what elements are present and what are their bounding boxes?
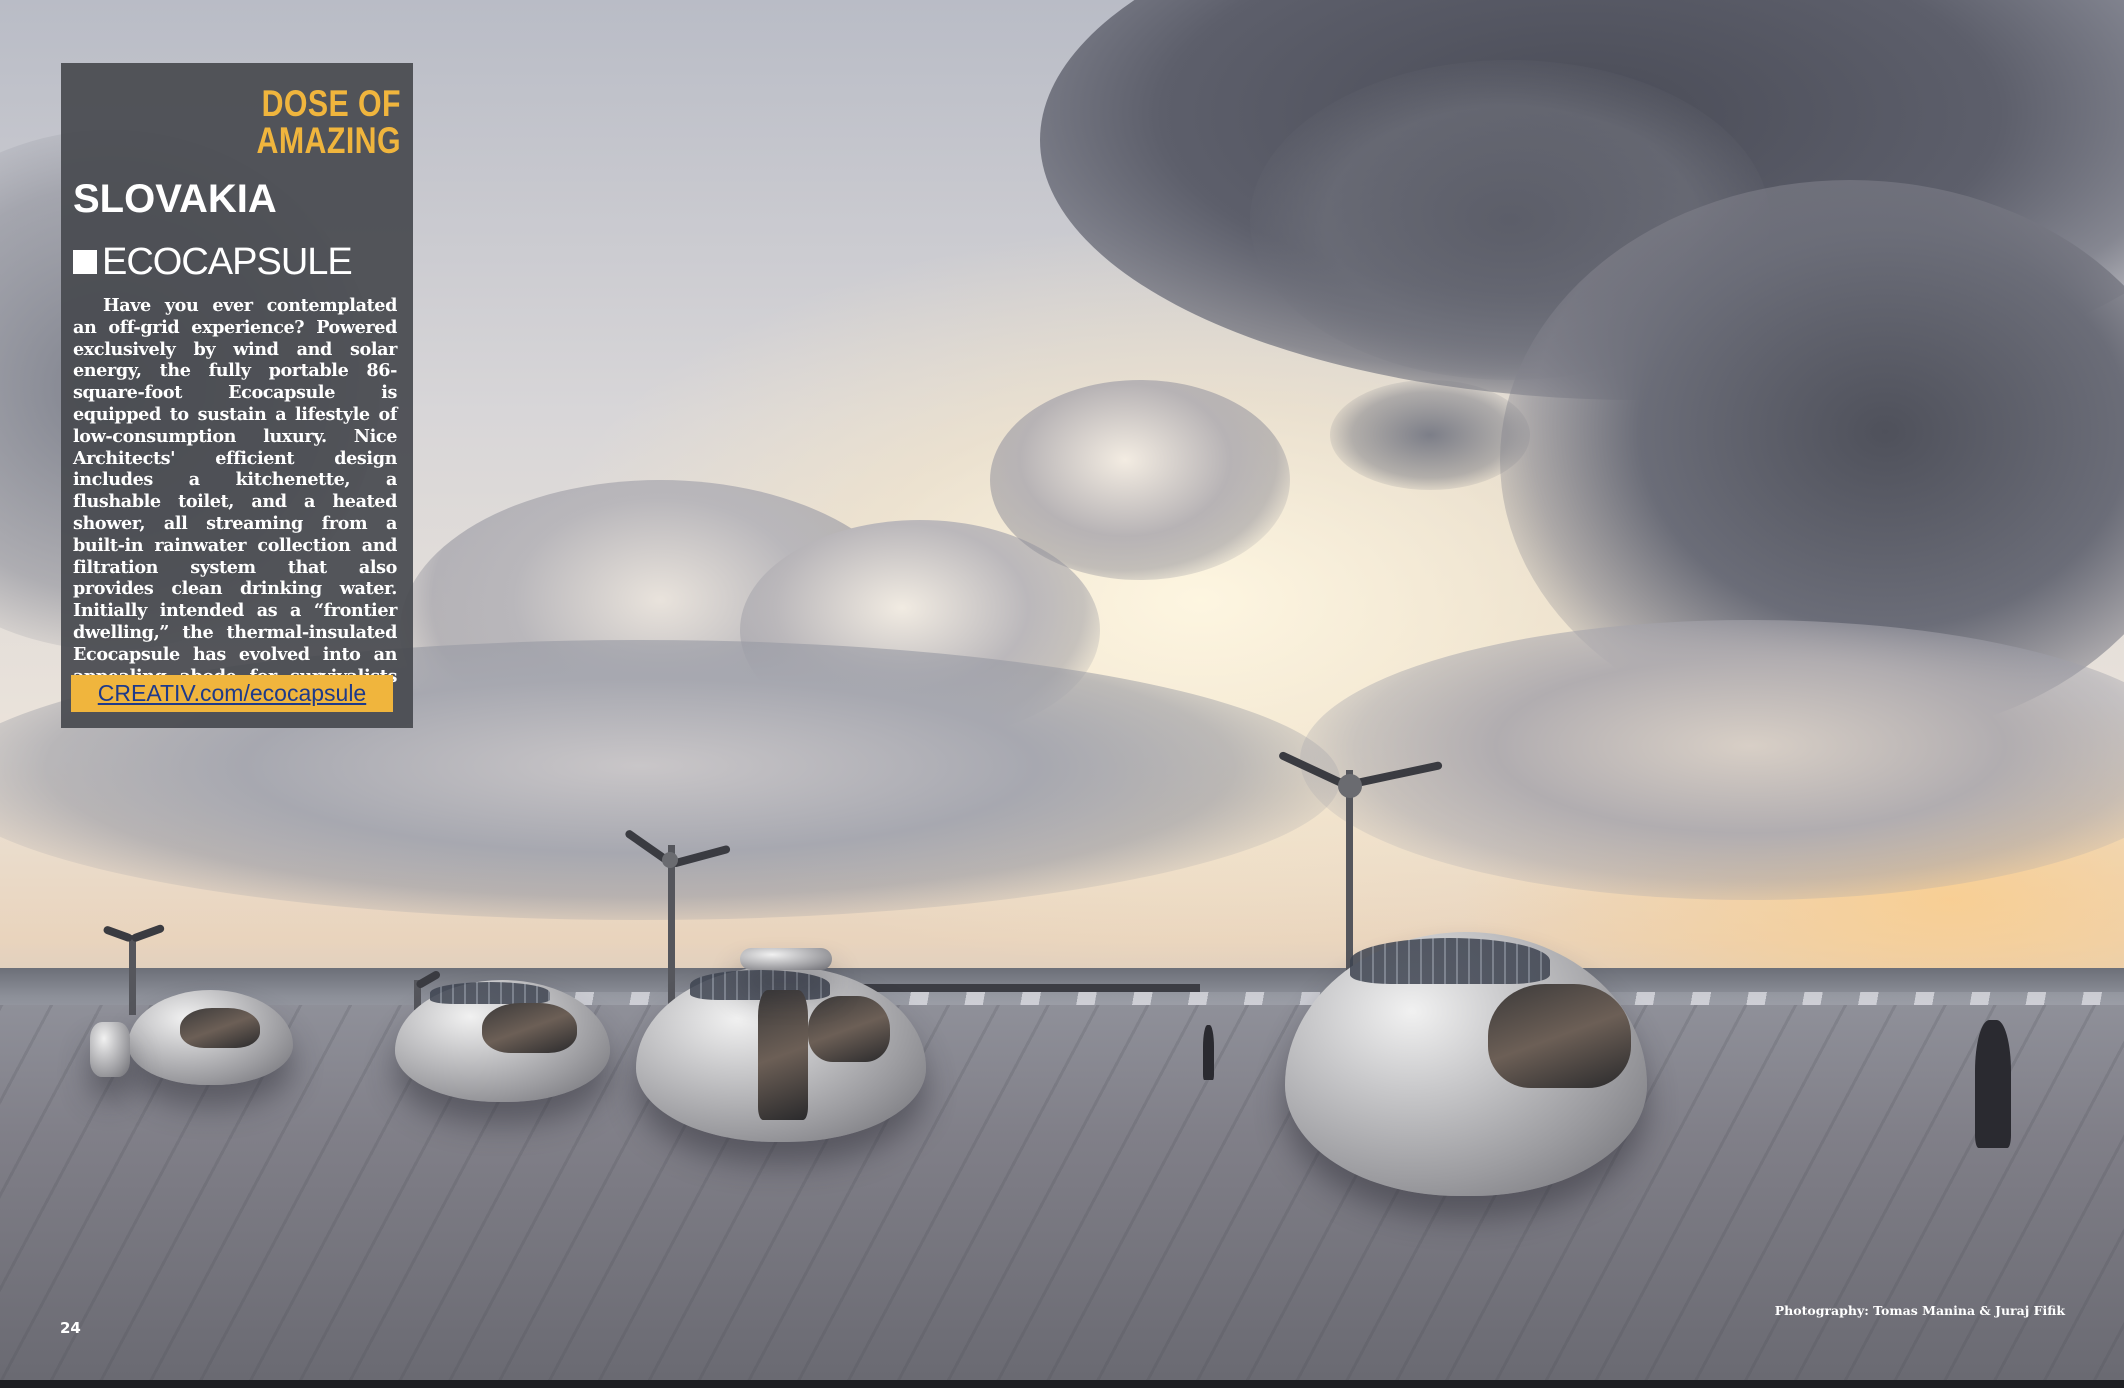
info-panel: DOSE OF AMAZING SLOVAKIA ECOCAPSULE Have… bbox=[61, 63, 413, 728]
capsule-door bbox=[758, 990, 808, 1120]
beach bbox=[0, 1005, 2124, 1380]
page-number: 24 bbox=[60, 1319, 81, 1337]
cloud bbox=[1330, 380, 1530, 490]
magazine-page: DOSE OF AMAZING SLOVAKIA ECOCAPSULE Have… bbox=[0, 0, 2124, 1380]
capsule-window bbox=[1488, 984, 1631, 1088]
turbine-hub bbox=[662, 852, 678, 868]
article-title: ECOCAPSULE bbox=[102, 241, 353, 283]
bottom-rule bbox=[0, 1380, 2124, 1388]
cloud bbox=[990, 380, 1290, 580]
capsule-window bbox=[482, 1003, 577, 1053]
section-kicker: DOSE OF AMAZING bbox=[256, 83, 401, 161]
article-body: Have you ever contemplated an off-grid e… bbox=[73, 295, 397, 708]
turbine-mast bbox=[668, 845, 675, 1005]
capsule-hatch bbox=[740, 948, 832, 970]
solar-panels bbox=[690, 970, 830, 1000]
capsule-window bbox=[180, 1008, 260, 1048]
person-silhouette bbox=[1975, 1020, 2011, 1148]
article-title-row: ECOCAPSULE bbox=[73, 243, 397, 281]
capsule-window bbox=[808, 996, 890, 1062]
square-bullet-icon bbox=[73, 250, 97, 274]
solar-panels bbox=[1350, 938, 1550, 984]
ecocapsule-door bbox=[90, 1022, 130, 1077]
photo-credit: Photography: Tomas Manina & Juraj Fifik bbox=[1774, 1303, 2065, 1318]
person-silhouette bbox=[1203, 1025, 1214, 1080]
pier bbox=[860, 984, 1200, 992]
turbine-hub bbox=[1338, 774, 1362, 798]
country-heading: SLOVAKIA bbox=[73, 177, 277, 221]
ecocapsule-link[interactable]: CREATIV.com/ecocapsule bbox=[71, 675, 393, 712]
solar-panels bbox=[430, 982, 550, 1004]
turbine-mast bbox=[129, 935, 136, 1015]
